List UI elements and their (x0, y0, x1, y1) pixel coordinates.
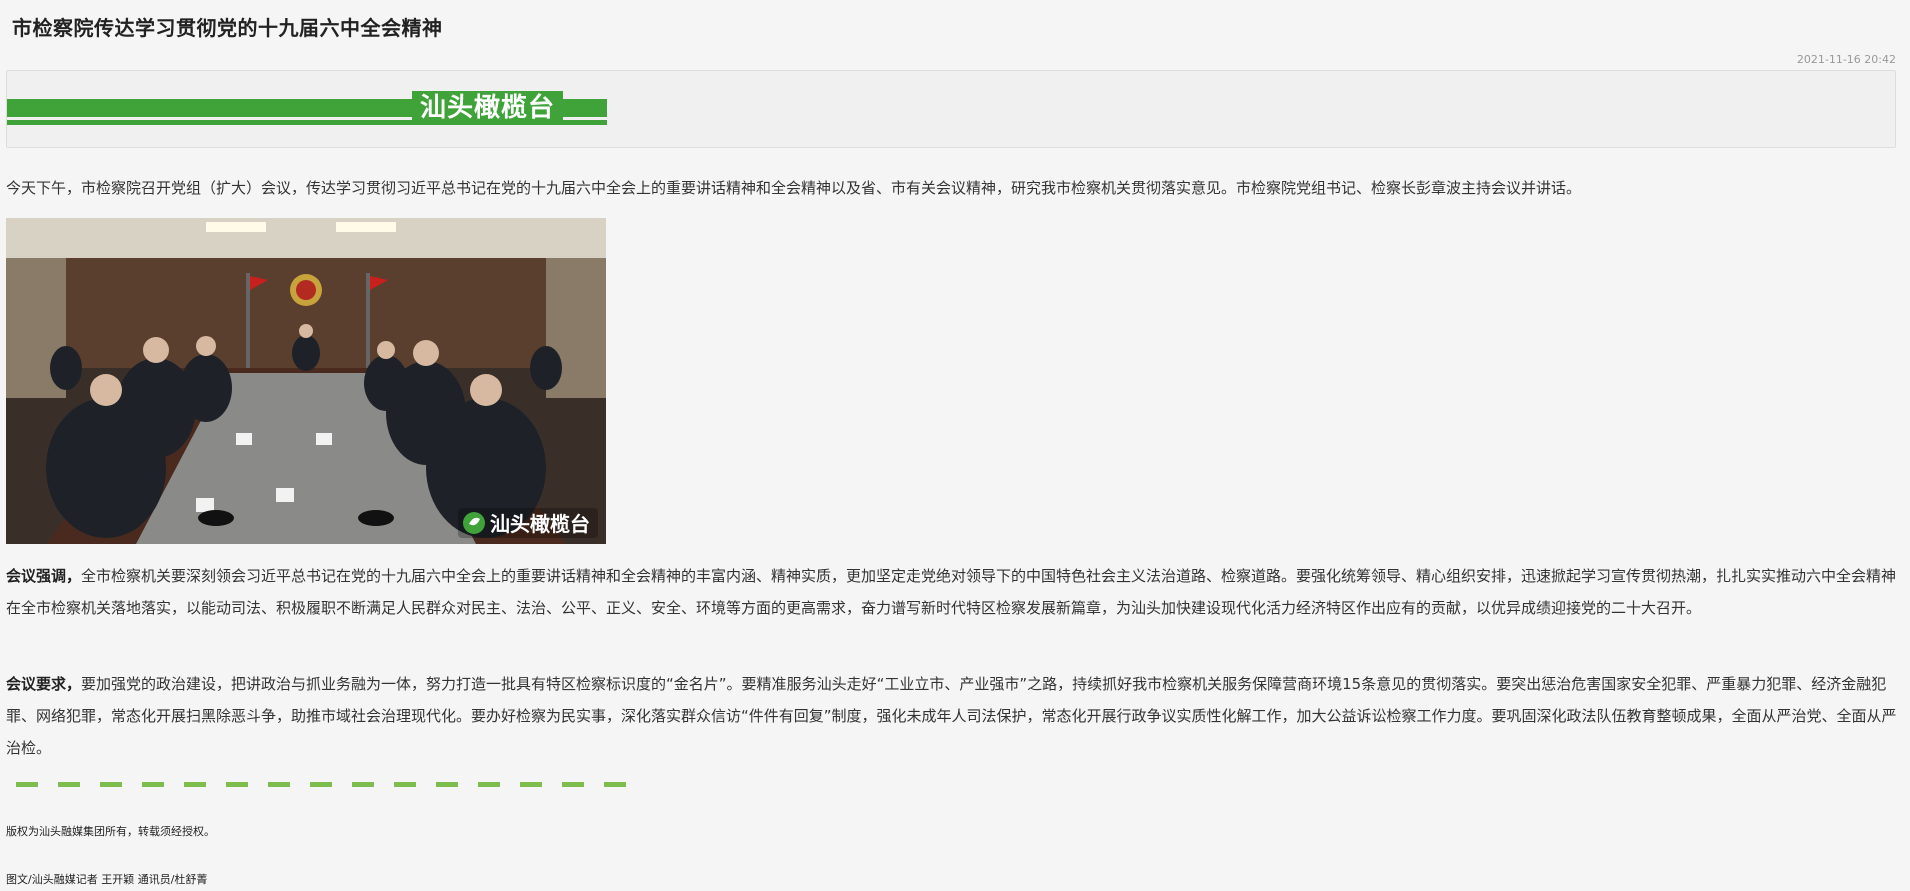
author-credit: 图文/汕头融媒记者 王开颖 通讯员/杜舒菁 (6, 873, 208, 886)
paragraph-intro: 今天下午，市检察院召开党组（扩大）会议，传达学习贯彻习近平总书记在党的十九届六中… (6, 179, 1582, 197)
publish-date: 2021-11-16 20:42 (1796, 53, 1896, 66)
dashed-divider (16, 782, 626, 787)
brand-banner: 汕头橄榄台 (7, 91, 607, 125)
paragraph-emphasis-body: 全市检察机关要深刻领会习近平总书记在党的十九届六中全会上的重要讲话精神和全会精神… (6, 567, 1897, 617)
paragraph-requirements: 会议要求，要加强党的政治建设，把讲政治与抓业务融为一体，努力打造一批具有特区检察… (6, 668, 1898, 764)
paragraph-requirements-body: 要加强党的政治建设，把讲政治与抓业务融为一体，努力打造一批具有特区检察标识度的“… (6, 675, 1897, 757)
meeting-photo-illustration: 汕头橄榄台 (6, 218, 606, 544)
meeting-photo: 汕头橄榄台 (6, 218, 606, 544)
paragraph-emphasis-lead: 会议强调， (6, 567, 82, 585)
paragraph-emphasis: 会议强调，全市检察机关要深刻领会习近平总书记在党的十九届六中全会上的重要讲话精神… (6, 560, 1898, 624)
banner-logo-text: 汕头橄榄台 (412, 91, 564, 125)
paragraph-requirements-lead: 会议要求， (6, 675, 82, 693)
banner-container: 汕头橄榄台 (6, 70, 1896, 148)
copyright-notice: 版权为汕头融媒集团所有，转载须经授权。 (6, 825, 215, 838)
photo-watermark: 汕头橄榄台 (490, 512, 590, 536)
article-title: 市检察院传达学习贯彻党的十九届六中全会精神 (12, 16, 443, 40)
